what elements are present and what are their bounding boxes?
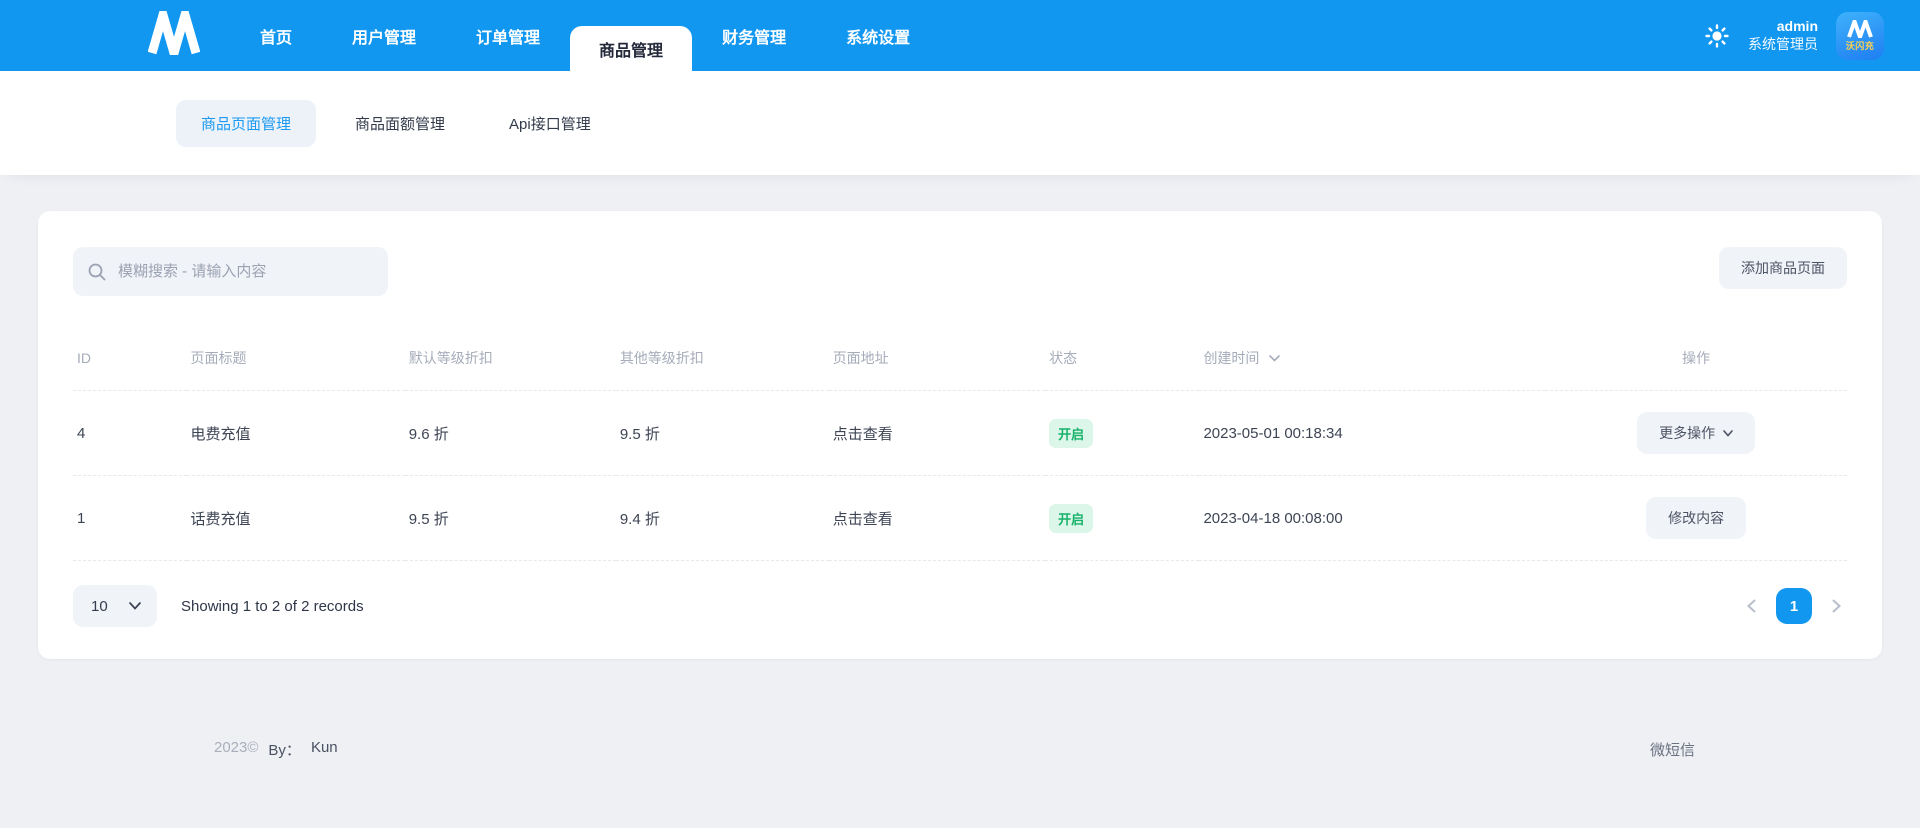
search-input[interactable] <box>118 263 374 280</box>
toolbar: 添加商品页面 <box>73 247 1847 296</box>
user-name: admin <box>1776 18 1818 34</box>
cell-created-at: 2023-05-01 00:18:34 <box>1199 390 1546 476</box>
footer-year: 2023© <box>214 739 259 756</box>
col-header-created-at[interactable]: 创建时间 <box>1199 328 1546 391</box>
top-header: 首页 用户管理 订单管理 商品管理 财务管理 系统设置 admin 系统管理员 <box>0 0 1920 71</box>
search-box <box>73 247 388 296</box>
search-icon <box>87 262 107 282</box>
chevron-down-icon <box>129 602 141 610</box>
product-pages-table: ID 页面标题 默认等级折扣 其他等级折扣 页面地址 状态 创建时间 操作 4 … <box>73 328 1847 561</box>
cell-status: 开启 <box>1045 475 1200 561</box>
col-header-id: ID <box>73 328 187 391</box>
col-header-action: 操作 <box>1545 328 1847 391</box>
next-page-button[interactable] <box>1826 593 1847 619</box>
col-header-status: 状态 <box>1045 328 1200 391</box>
cell-default-discount: 9.5 折 <box>404 475 616 561</box>
nav-item-users[interactable]: 用户管理 <box>322 0 446 71</box>
cell-status: 开启 <box>1045 390 1200 476</box>
cell-created-at: 2023-04-18 00:08:00 <box>1199 475 1546 561</box>
footer-author: Kun <box>310 739 338 756</box>
records-summary: Showing 1 to 2 of 2 records <box>181 597 364 615</box>
footer-left: 2023© By： Kun <box>214 739 338 760</box>
user-menu[interactable]: admin 系统管理员 <box>1748 18 1818 53</box>
page-number-button[interactable]: 1 <box>1776 588 1812 624</box>
cell-action: 修改内容 <box>1545 475 1847 561</box>
cell-action: 更多操作 <box>1545 390 1847 476</box>
status-badge: 开启 <box>1049 503 1094 533</box>
col-header-created-at-label: 创建时间 <box>1203 350 1260 366</box>
edit-content-button[interactable]: 修改内容 <box>1646 497 1747 539</box>
sort-chevron-down-icon <box>1269 349 1281 365</box>
prev-page-button[interactable] <box>1741 593 1762 619</box>
page-body: 添加商品页面 ID 页面标题 默认等级折扣 其他等级折扣 页面地址 状态 创建时… <box>0 175 1920 760</box>
page-footer: 2023© By： Kun 微短信 <box>38 739 1882 760</box>
cell-other-discount: 9.4 折 <box>615 475 829 561</box>
page-size-value: 10 <box>91 597 108 615</box>
col-header-page-link: 页面地址 <box>828 328 1046 391</box>
cell-page-link[interactable]: 点击查看 <box>828 475 1046 561</box>
pager: 1 <box>1741 588 1847 624</box>
cell-id: 1 <box>73 475 187 561</box>
cell-title: 电费充值 <box>186 390 405 476</box>
brand-logo-icon <box>147 0 201 70</box>
more-actions-label: 更多操作 <box>1659 425 1716 441</box>
col-header-title: 页面标题 <box>186 328 405 391</box>
page-size-select[interactable]: 10 <box>73 585 157 627</box>
brand-logo[interactable] <box>0 0 230 71</box>
header-spacer <box>940 0 1704 71</box>
nav-item-products[interactable]: 商品管理 <box>570 26 693 71</box>
chevron-down-icon <box>1723 429 1733 437</box>
cell-page-link[interactable]: 点击查看 <box>828 390 1046 476</box>
content-card: 添加商品页面 ID 页面标题 默认等级折扣 其他等级折扣 页面地址 状态 创建时… <box>38 211 1882 659</box>
avatar-logo-icon <box>1847 19 1873 38</box>
col-header-default-discount: 默认等级折扣 <box>404 328 616 391</box>
avatar-text: 沃闪充 <box>1845 40 1875 51</box>
table-row: 1 话费充值 9.5 折 9.4 折 点击查看 开启 2023-04-18 00… <box>73 475 1847 561</box>
user-role: 系统管理员 <box>1748 35 1818 52</box>
footer-by-label: By： <box>268 742 301 759</box>
more-actions-button[interactable]: 更多操作 <box>1637 412 1756 454</box>
status-badge: 开启 <box>1049 418 1094 448</box>
tab-product-denominations[interactable]: 商品面额管理 <box>330 100 470 147</box>
theme-toggle-sun-icon[interactable] <box>1704 23 1730 49</box>
tab-api-management[interactable]: Api接口管理 <box>484 100 616 147</box>
cell-title: 话费充值 <box>186 475 405 561</box>
nav-item-orders[interactable]: 订单管理 <box>446 0 570 71</box>
avatar[interactable]: 沃闪充 <box>1836 11 1884 60</box>
table-row: 4 电费充值 9.6 折 9.5 折 点击查看 开启 2023-05-01 00… <box>73 390 1847 476</box>
tab-product-pages[interactable]: 商品页面管理 <box>176 99 317 147</box>
nav-item-finance[interactable]: 财务管理 <box>692 0 816 71</box>
cell-other-discount: 9.5 折 <box>615 390 829 476</box>
footer-brand-text: 微短信 <box>1649 742 1695 759</box>
cell-default-discount: 9.6 折 <box>404 390 616 476</box>
main-nav: 首页 用户管理 订单管理 商品管理 财务管理 系统设置 <box>230 0 940 71</box>
nav-item-home[interactable]: 首页 <box>230 0 322 71</box>
header-right: admin 系统管理员 沃闪充 <box>1704 0 1884 71</box>
table-footer: 10 Showing 1 to 2 of 2 records 1 <box>73 585 1847 627</box>
cell-id: 4 <box>73 390 187 476</box>
add-product-page-button[interactable]: 添加商品页面 <box>1719 247 1847 289</box>
table-header-row: ID 页面标题 默认等级折扣 其他等级折扣 页面地址 状态 创建时间 操作 <box>73 328 1847 391</box>
col-header-other-discount: 其他等级折扣 <box>615 328 829 391</box>
subnav: 商品页面管理 商品面额管理 Api接口管理 <box>0 71 1920 175</box>
nav-item-settings[interactable]: 系统设置 <box>816 0 940 71</box>
